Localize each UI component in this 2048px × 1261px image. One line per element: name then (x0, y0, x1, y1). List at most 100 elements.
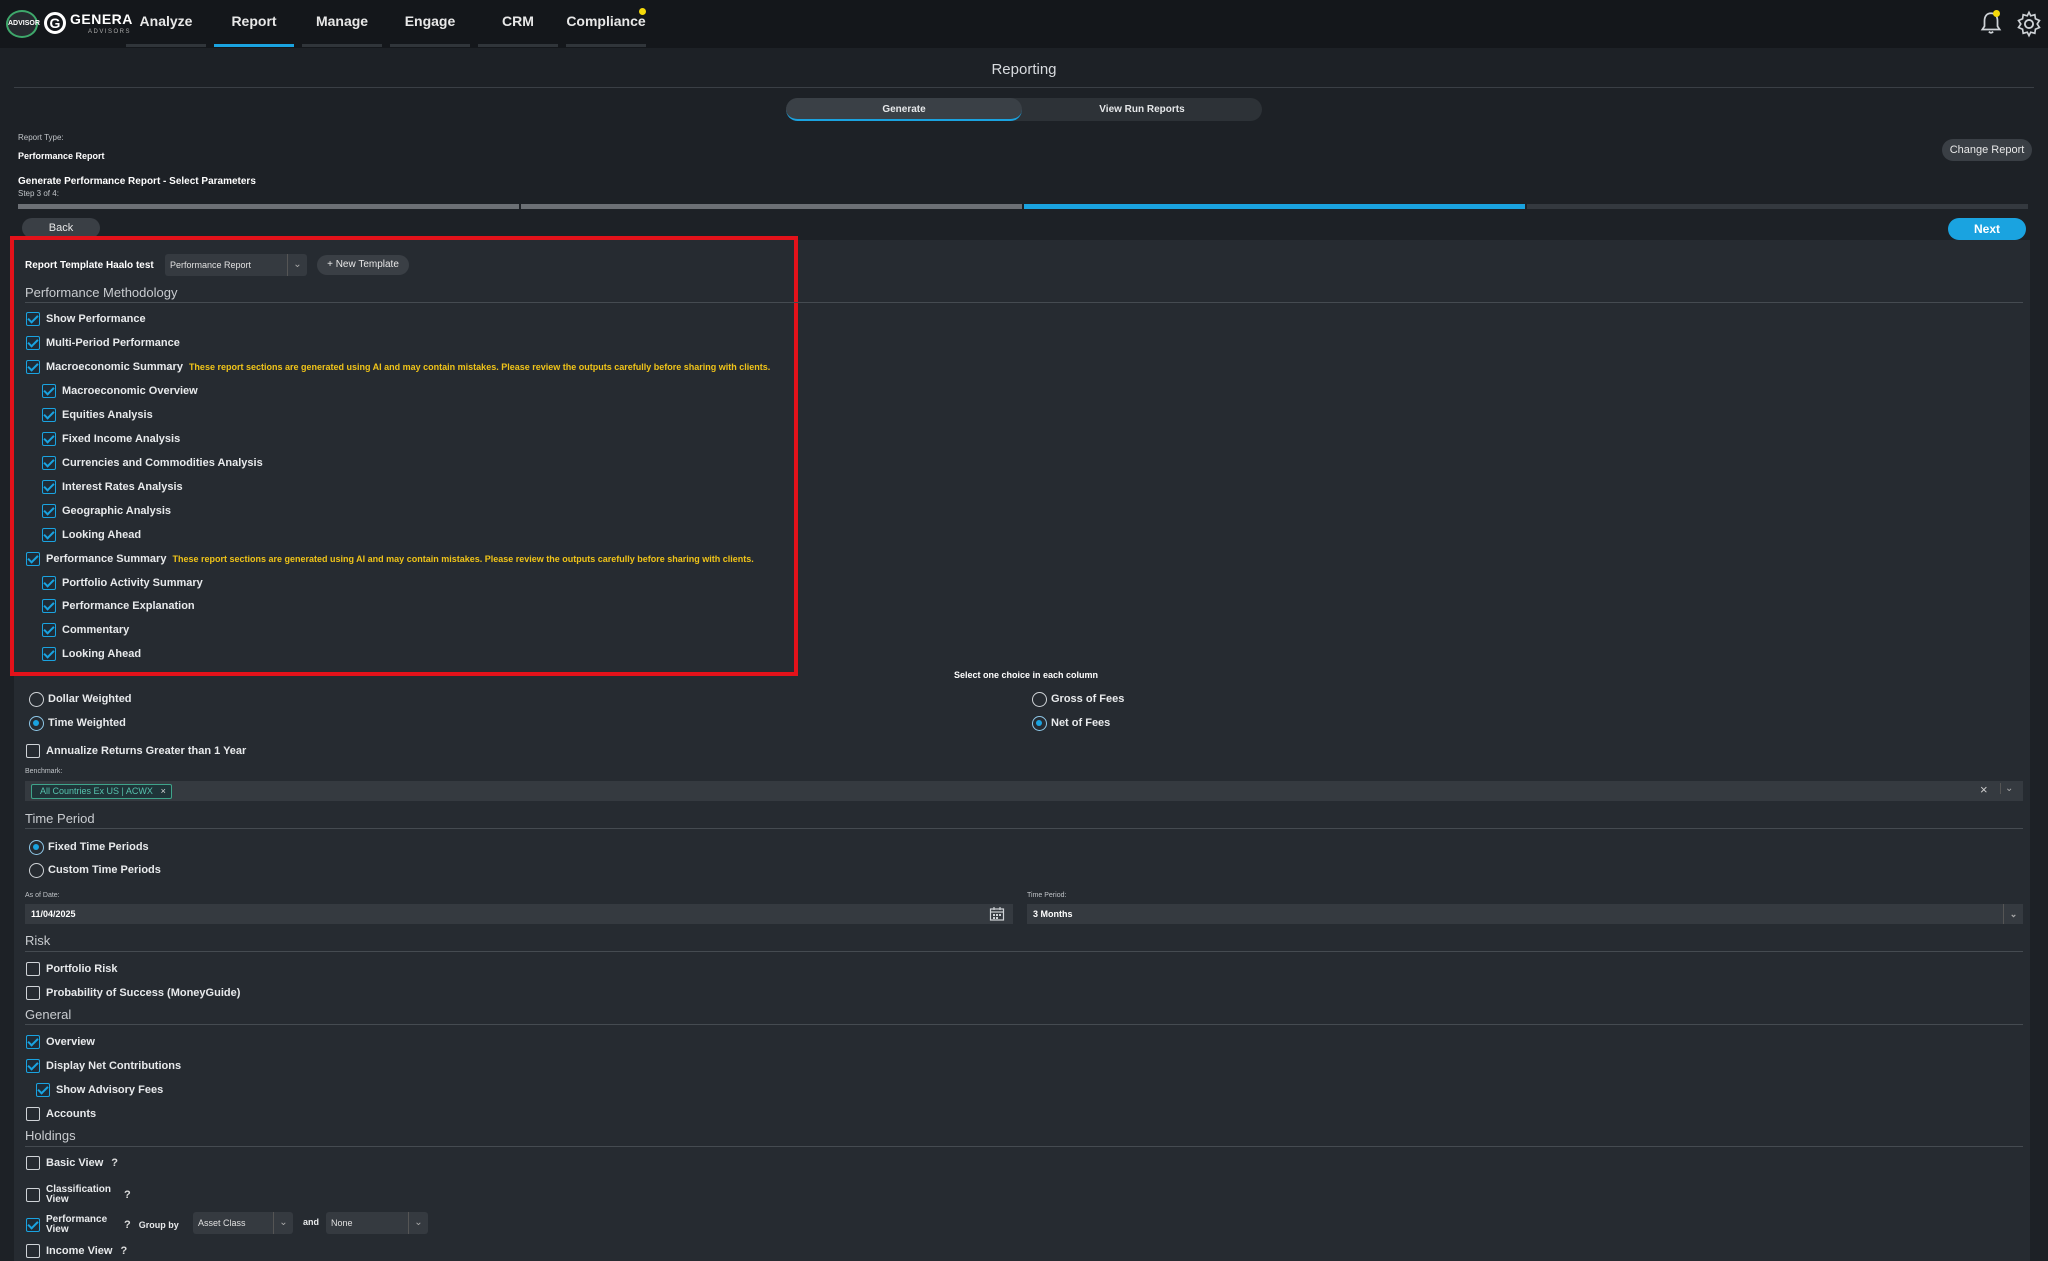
help-icon[interactable]: ? (111, 1157, 118, 1169)
tab-view-run-reports[interactable]: View Run Reports (1024, 98, 1260, 121)
chevron-down-icon: ⌄ (287, 254, 307, 276)
nav-report[interactable]: Report (210, 0, 298, 48)
checkbox[interactable] (26, 552, 40, 566)
divider (25, 1146, 2023, 1147)
checkbox-fixed-income-analysis[interactable]: Fixed Income Analysis (42, 431, 180, 447)
radio-button[interactable] (29, 862, 44, 878)
chevron-down-icon: ⌄ (2003, 904, 2023, 924)
nav-engage[interactable]: Engage (386, 0, 474, 48)
checkbox-performance-explanation[interactable]: Performance Explanation (42, 598, 195, 614)
benchmark-chip[interactable]: All Countries Ex US | ACWX × (31, 784, 172, 799)
radio-button[interactable] (29, 715, 44, 731)
checkbox-annualize-returns[interactable]: Annualize Returns Greater than 1 Year (26, 743, 246, 759)
checkbox-macroeconomic-overview[interactable]: Macroeconomic Overview (42, 383, 198, 399)
radio-net-of-fees[interactable]: Net of Fees (1032, 715, 1110, 731)
group-by-select-1[interactable]: Asset Class ⌄ (193, 1212, 293, 1234)
checkbox-basic-view[interactable]: Basic View ? (26, 1155, 118, 1171)
checkbox[interactable] (26, 1218, 40, 1232)
tab-generate[interactable]: Generate (786, 98, 1022, 121)
radio-button[interactable] (1032, 691, 1047, 707)
checkbox[interactable] (42, 408, 56, 422)
checkbox[interactable] (36, 1083, 50, 1097)
checkbox[interactable] (26, 962, 40, 976)
checkbox-currencies-commodities[interactable]: Currencies and Commodities Analysis (42, 455, 263, 471)
help-icon[interactable]: ? (124, 1219, 131, 1231)
checkbox[interactable] (42, 576, 56, 590)
checkbox[interactable] (42, 504, 56, 518)
checkbox[interactable] (26, 1107, 40, 1121)
chevron-down-icon[interactable]: ⌄ (2000, 783, 2013, 794)
checkbox-overview[interactable]: Overview (26, 1034, 95, 1050)
checkbox-income-view[interactable]: Income View ? (26, 1243, 127, 1259)
checkbox-interest-rates-analysis[interactable]: Interest Rates Analysis (42, 479, 183, 495)
report-template-select[interactable]: Performance Report ⌄ (165, 254, 307, 276)
calendar-icon[interactable] (989, 906, 1005, 922)
checkbox-portfolio-activity-summary[interactable]: Portfolio Activity Summary (42, 575, 203, 591)
checkbox[interactable] (42, 623, 56, 637)
checkbox[interactable] (26, 744, 40, 758)
checkbox-macroeconomic-summary[interactable]: Macroeconomic Summary These report secti… (26, 359, 770, 375)
checkbox-performance-summary[interactable]: Performance Summary These report section… (26, 551, 754, 567)
time-period-select[interactable]: 3 Months ⌄ (1027, 904, 2023, 924)
help-icon[interactable]: ? (124, 1189, 131, 1201)
checkbox[interactable] (42, 599, 56, 613)
radio-gross-of-fees[interactable]: Gross of Fees (1032, 691, 1124, 707)
nav-manage[interactable]: Manage (298, 0, 386, 48)
checkbox[interactable] (42, 480, 56, 494)
checkbox-probability-of-success[interactable]: Probability of Success (MoneyGuide) (26, 985, 240, 1001)
nav-compliance[interactable]: Compliance (562, 0, 650, 48)
checkbox[interactable] (26, 1156, 40, 1170)
gear-icon[interactable] (2015, 10, 2043, 38)
checkbox[interactable] (26, 336, 40, 350)
radio-button[interactable] (1032, 715, 1047, 731)
back-button[interactable]: Back (22, 218, 100, 238)
change-report-button[interactable]: Change Report (1942, 139, 2032, 161)
radio-dollar-weighted[interactable]: Dollar Weighted (29, 691, 132, 707)
checkbox[interactable] (42, 528, 56, 542)
as-of-date-input[interactable]: 11/04/2025 (25, 904, 1013, 924)
next-button[interactable]: Next (1948, 218, 2026, 240)
checkbox[interactable] (26, 1035, 40, 1049)
checkbox-commentary[interactable]: Commentary (42, 622, 129, 638)
radio-custom-time-periods[interactable]: Custom Time Periods (29, 862, 161, 878)
checkbox[interactable] (42, 456, 56, 470)
checkbox[interactable] (26, 312, 40, 326)
chevron-down-icon: ⌄ (273, 1212, 293, 1234)
radio-time-weighted[interactable]: Time Weighted (29, 715, 126, 731)
checkbox-performance-view[interactable]: Performance View ? Group by (26, 1213, 179, 1237)
checkbox[interactable] (26, 1244, 40, 1258)
checkbox-equities-analysis[interactable]: Equities Analysis (42, 407, 153, 423)
bell-icon[interactable] (1978, 10, 2004, 36)
checkbox-looking-ahead-macro[interactable]: Looking Ahead (42, 527, 141, 543)
checkbox-looking-ahead-performance[interactable]: Looking Ahead (42, 646, 141, 662)
checkbox[interactable] (42, 384, 56, 398)
checkbox[interactable] (26, 360, 40, 374)
new-template-button[interactable]: + New Template (317, 255, 409, 275)
checkbox[interactable] (26, 1059, 40, 1073)
time-period-label: Time Period: (1027, 892, 1067, 899)
checkbox-accounts[interactable]: Accounts (26, 1106, 96, 1122)
group-by-select-2[interactable]: None ⌄ (326, 1212, 428, 1234)
help-icon[interactable]: ? (120, 1245, 127, 1257)
nav-crm[interactable]: CRM (474, 0, 562, 48)
checkbox-portfolio-risk[interactable]: Portfolio Risk (26, 961, 118, 977)
checkbox[interactable] (26, 986, 40, 1000)
checkbox-show-performance[interactable]: Show Performance (26, 311, 146, 327)
nav-analyze[interactable]: Analyze (122, 0, 210, 48)
report-template-label: Report Template Haalo test (25, 260, 154, 271)
clear-icon[interactable]: × (1980, 782, 1988, 797)
bell-notification-dot (1993, 10, 2000, 17)
checkbox-multi-period[interactable]: Multi-Period Performance (26, 335, 180, 351)
benchmark-multiselect[interactable] (25, 781, 2023, 801)
radio-fixed-time-periods[interactable]: Fixed Time Periods (29, 839, 149, 855)
checkbox-classification-view[interactable]: Classification View ? (26, 1183, 131, 1207)
close-icon[interactable]: × (161, 785, 166, 798)
checkbox-display-net-contributions[interactable]: Display Net Contributions (26, 1058, 181, 1074)
checkbox-show-advisory-fees[interactable]: Show Advisory Fees (36, 1082, 163, 1098)
checkbox[interactable] (42, 432, 56, 446)
checkbox[interactable] (42, 647, 56, 661)
radio-button[interactable] (29, 839, 44, 855)
checkbox[interactable] (26, 1188, 40, 1202)
radio-button[interactable] (29, 691, 44, 707)
checkbox-geographic-analysis[interactable]: Geographic Analysis (42, 503, 171, 519)
